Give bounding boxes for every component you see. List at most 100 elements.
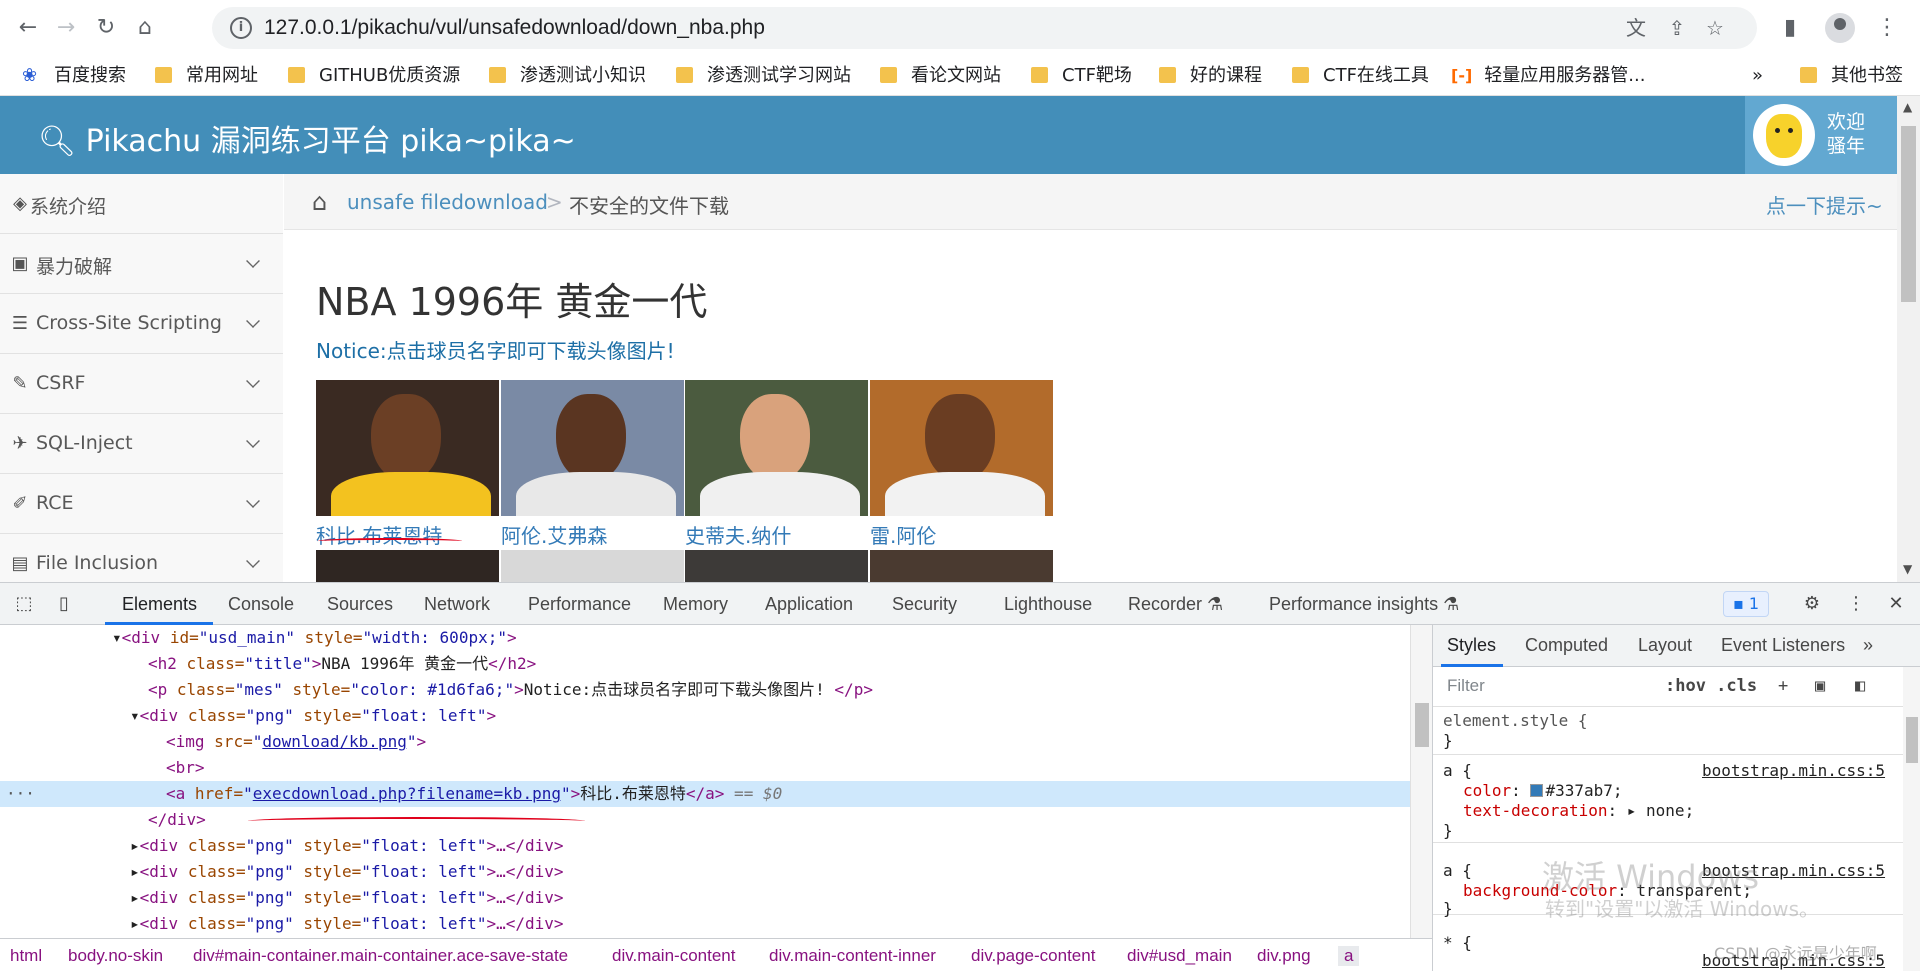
menu-icon[interactable]: ⋮ xyxy=(1873,14,1901,42)
sidebar-item-bruteforce[interactable]: ▣ 暴力破解 xyxy=(0,234,283,294)
info-icon[interactable]: i xyxy=(230,17,252,39)
scroll-thumb[interactable] xyxy=(1415,703,1429,747)
device-icon[interactable]: ▯ xyxy=(53,593,75,615)
page-scrollbar[interactable]: ▲ ▼ xyxy=(1897,96,1920,582)
tab-styles[interactable]: Styles xyxy=(1447,635,1496,656)
reload-icon[interactable]: ↻ xyxy=(92,14,120,42)
address-bar[interactable]: i 127.0.0.1/pikachu/vul/unsafedownload/d… xyxy=(212,7,1757,49)
sidebar-item-xss[interactable]: ☰ Cross-Site Scripting xyxy=(0,294,283,354)
bookmark-other[interactable]: 其他书签 xyxy=(1800,64,1903,88)
dom-crumb[interactable]: body.no-skin xyxy=(68,946,163,966)
more-tabs-icon[interactable]: » xyxy=(1863,635,1873,656)
dom-node-selected[interactable]: ··· <a href="execdownload.php?filename=kb… xyxy=(0,781,1415,807)
dom-crumb-active[interactable]: a xyxy=(1338,946,1360,966)
tab-network[interactable]: Network xyxy=(424,594,490,615)
breadcrumb-section-link[interactable]: unsafe filedownload xyxy=(347,190,548,214)
dom-node[interactable]: ▾<div class="png" style="float: left"> xyxy=(0,703,1415,729)
profile-icon[interactable] xyxy=(1825,13,1855,43)
star-icon[interactable]: ☆ xyxy=(1703,16,1727,40)
tab-application[interactable]: Application xyxy=(765,594,853,615)
sidebar-item-csrf[interactable]: ✎ CSRF xyxy=(0,354,283,414)
dom-crumb[interactable]: div.main-content xyxy=(612,946,735,966)
sidebar-toggle-icon[interactable]: ◧ xyxy=(1855,676,1865,696)
close-icon[interactable]: ✕ xyxy=(1885,593,1907,615)
color-swatch[interactable] xyxy=(1530,784,1544,797)
bookmark-folder[interactable]: 好的课程 xyxy=(1159,64,1262,88)
bookmark-folder[interactable]: 渗透测试小知识 xyxy=(489,64,646,88)
bookmark-aliyun[interactable]: [-] 轻量应用服务器管... xyxy=(1451,64,1645,88)
style-rule[interactable]: element.style { } xyxy=(1433,707,1903,755)
dom-node[interactable]: <br> xyxy=(0,755,1415,781)
tab-security[interactable]: Security xyxy=(892,594,957,615)
bookmark-baidu[interactable]: ❀ 百度搜索 xyxy=(22,64,126,88)
dom-node[interactable]: <img src="download/kb.png"> xyxy=(0,729,1415,755)
tab-performance[interactable]: Performance xyxy=(528,594,631,615)
user-menu[interactable]: 欢迎 骚年 xyxy=(1745,96,1897,174)
dom-node[interactable]: <p class="mes" style="color: #1d6fa6;">N… xyxy=(0,677,1415,703)
scroll-up-icon[interactable]: ▲ xyxy=(1903,100,1912,114)
translate-icon[interactable]: 文 xyxy=(1624,16,1648,40)
dom-node-collapsed[interactable]: ▸<div class="png" style="float: left">…<… xyxy=(0,833,1415,859)
dom-node-collapsed[interactable]: ▸<div class="png" style="float: left">…<… xyxy=(0,885,1415,911)
dom-scrollbar[interactable] xyxy=(1410,625,1432,938)
home-icon[interactable]: ⌂ xyxy=(312,188,327,216)
tab-elements[interactable]: Elements xyxy=(122,594,197,615)
style-rule[interactable]: a { bootstrap.min.css:5 color: #337ab7; … xyxy=(1433,755,1903,843)
dom-node[interactable]: </div> xyxy=(0,807,1415,833)
player-download-link[interactable]: 雷.阿伦 xyxy=(870,520,936,549)
dom-crumb[interactable]: div.main-content-inner xyxy=(769,946,936,966)
more-icon[interactable]: ⋮ xyxy=(1845,593,1867,615)
inspect-icon[interactable]: ⬚ xyxy=(13,593,35,615)
tab-performance-insights[interactable]: Performance insights ⚗ xyxy=(1269,594,1459,615)
scroll-thumb[interactable] xyxy=(1901,126,1916,302)
share-icon[interactable]: ⇪ xyxy=(1665,16,1689,40)
tab-memory[interactable]: Memory xyxy=(663,594,728,615)
dom-crumb[interactable]: div.page-content xyxy=(971,946,1095,966)
player-download-link[interactable]: 阿伦.艾弗森 xyxy=(501,520,607,549)
dom-node-collapsed[interactable]: ▸<div class="png" style="float: left">…<… xyxy=(0,911,1415,937)
tab-console[interactable]: Console xyxy=(228,594,294,615)
site-title-link[interactable]: 🔍︎ Pikachu 漏洞练习平台 pika~pika~ xyxy=(38,116,576,160)
tab-recorder[interactable]: Recorder ⚗ xyxy=(1128,594,1223,615)
tab-sources[interactable]: Sources xyxy=(327,594,393,615)
tab-event-listeners[interactable]: Event Listeners xyxy=(1721,635,1845,656)
tab-computed[interactable]: Computed xyxy=(1525,635,1608,656)
player-download-link[interactable]: 史蒂夫.纳什 xyxy=(685,520,791,549)
sidebar-item-intro[interactable]: ◈ 系统介绍 xyxy=(0,174,283,234)
bookmark-folder[interactable]: CTF在线工具 xyxy=(1292,64,1429,88)
bookmarks-more[interactable]: » xyxy=(1752,64,1763,88)
bookmark-folder[interactable]: 看论文网站 xyxy=(880,64,1001,88)
bookmark-folder[interactable]: CTF靶场 xyxy=(1031,64,1132,88)
dom-href-link[interactable]: execdownload.php?filename=kb.png xyxy=(253,784,561,803)
hint-link[interactable]: 点一下提示~ xyxy=(1766,190,1883,219)
forward-icon[interactable]: → xyxy=(52,14,80,42)
sidebar-item-sqli[interactable]: ✈ SQL-Inject xyxy=(0,414,283,474)
pseudo-class-toggles[interactable]: :hov .cls xyxy=(1665,676,1757,696)
dom-node[interactable]: <h2 class="title">NBA 1996年 黄金一代</h2> xyxy=(0,651,1415,677)
dom-crumb[interactable]: html xyxy=(10,946,42,966)
tab-layout[interactable]: Layout xyxy=(1638,635,1692,656)
tab-lighthouse[interactable]: Lighthouse xyxy=(1004,594,1092,615)
gear-icon[interactable]: ⚙ xyxy=(1801,593,1823,615)
back-icon[interactable]: ← xyxy=(14,14,42,42)
dom-crumb[interactable]: div.png xyxy=(1257,946,1311,966)
new-rule-icon[interactable]: + xyxy=(1778,676,1788,696)
player-download-link[interactable]: 科比.布莱恩特 xyxy=(316,520,442,549)
scroll-thumb[interactable] xyxy=(1906,717,1918,763)
dom-node-collapsed[interactable]: ▸<div class="png" style="float: left">…<… xyxy=(0,859,1415,885)
dom-src-link[interactable]: download/kb.png xyxy=(262,732,407,751)
sidebar-icon[interactable]: ▮ xyxy=(1776,14,1804,42)
scroll-down-icon[interactable]: ▼ xyxy=(1903,562,1912,576)
styles-scrollbar[interactable] xyxy=(1903,667,1920,971)
home-icon[interactable]: ⌂ xyxy=(131,14,159,42)
url-text[interactable]: 127.0.0.1/pikachu/vul/unsafedownload/dow… xyxy=(264,16,765,40)
sidebar-item-file-inclusion[interactable]: ▤ File Inclusion xyxy=(0,534,283,582)
dom-node[interactable]: ▾<div id="usd_main" style="width: 600px;… xyxy=(0,625,1415,651)
filter-input[interactable]: Filter xyxy=(1447,676,1485,696)
bookmark-folder[interactable]: GITHUB优质资源 xyxy=(288,64,460,88)
bookmark-folder[interactable]: 常用网址 xyxy=(155,64,258,88)
stylesheet-link[interactable]: bootstrap.min.css:5 xyxy=(1702,761,1885,780)
paint-icon[interactable]: ▣ xyxy=(1815,676,1825,696)
dom-crumb[interactable]: div#usd_main xyxy=(1127,946,1232,966)
issues-badge[interactable]: ▪ 1 xyxy=(1723,591,1769,617)
